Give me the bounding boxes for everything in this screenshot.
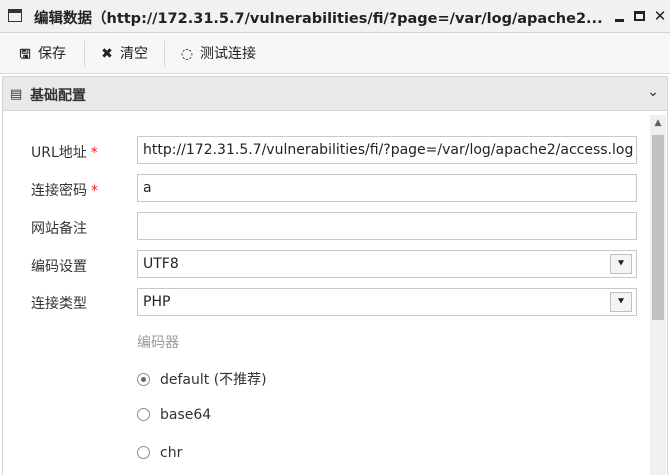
encoding-select-value: UTF8 [143,256,179,272]
spinner-icon: ◌ [180,46,194,62]
encoder-option-label: chr [160,445,183,461]
document-icon: ▤ [10,87,23,102]
required-mark: * [91,183,98,199]
chevron-down-icon[interactable]: ⯆ [610,254,632,274]
password-label-text: 连接密码 [31,183,87,199]
window-titlebar: 编辑数据（http://172.31.5.7/vulnerabilities/f… [0,0,670,33]
test-connection-button[interactable]: ◌ 测试连接 [180,44,256,64]
clear-button-label: 清空 [120,46,148,62]
maximize-icon[interactable] [632,8,648,24]
window-icon [8,9,22,22]
toolbar-divider [84,41,85,67]
url-label-text: URL地址 [31,145,87,161]
chevron-down-icon[interactable]: ⯆ [610,292,632,312]
encoding-label: 编码设置 [31,259,87,275]
section-header-basic-config[interactable]: ▤ 基础配置 ⌄ [2,76,668,111]
radio-icon[interactable] [137,446,150,459]
type-label: 连接类型 [31,296,87,312]
toolbar-divider [164,41,165,67]
close-icon[interactable]: ✕ [652,8,668,24]
encoder-option-default[interactable]: default (不推荐) [137,369,267,389]
scroll-up-icon[interactable]: ▲ [650,115,666,131]
chevron-down-icon[interactable]: ⌄ [647,84,659,100]
form-panel: URL地址 * http://172.31.5.7/vulnerabilities… [2,111,668,475]
test-connection-label: 测试连接 [200,46,256,62]
clear-icon: ✖ [101,46,113,62]
note-input[interactable] [137,212,637,240]
required-mark: * [90,145,98,161]
save-button[interactable]: 🖫 保存 [18,44,66,64]
save-icon: 🖫 [19,47,31,62]
vertical-scrollbar[interactable]: ▲ [650,115,666,475]
password-label: 连接密码 * [31,180,98,200]
type-select[interactable]: PHP ⯆ [137,288,637,316]
url-input[interactable]: http://172.31.5.7/vulnerabilities/fi/?pa… [137,136,637,164]
window-title: 编辑数据（http://172.31.5.7/vulnerabilities/f… [34,11,603,27]
encoder-heading: 编码器 [137,335,179,351]
encoding-select[interactable]: UTF8 ⯆ [137,250,637,278]
save-button-label: 保存 [38,46,66,62]
radio-checked-icon[interactable] [137,373,150,386]
password-input[interactable]: a [137,174,637,202]
radio-icon[interactable] [137,408,150,421]
minimize-icon[interactable] [612,8,628,24]
scrollbar-thumb[interactable] [652,135,664,320]
url-label: URL地址 * [31,142,98,162]
type-select-value: PHP [143,294,171,310]
clear-button[interactable]: ✖ 清空 [100,44,148,64]
encoder-option-label: default (不推荐) [160,372,267,388]
toolbar: 🖫 保存 ✖ 清空 ◌ 测试连接 [0,33,670,74]
encoder-option-label: base64 [160,407,212,423]
encoder-option-base64[interactable]: base64 [137,407,211,423]
encoder-option-chr[interactable]: chr [137,445,182,461]
section-title: 基础配置 [30,88,86,104]
note-label: 网站备注 [31,221,87,237]
